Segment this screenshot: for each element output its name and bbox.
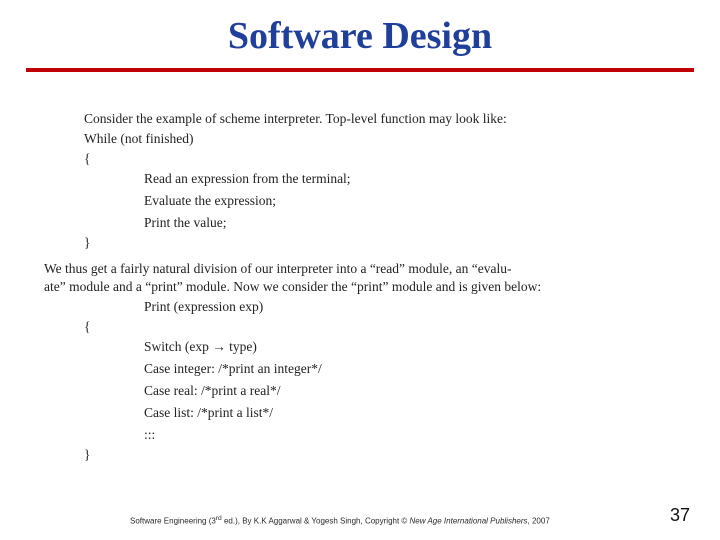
- body-line: :::: [144, 428, 155, 442]
- body-line: }: [84, 448, 90, 462]
- credit-publisher: New Age International Publishers: [410, 517, 528, 526]
- credit-year: , 2007: [528, 517, 550, 526]
- body-line: Switch (exp → type): [144, 340, 257, 354]
- body-line: }: [84, 236, 90, 250]
- body-line: We thus get a fairly natural division of…: [44, 262, 511, 276]
- credit-part-2: ed.), By K.K Aggarwal & Yogesh Singh, Co…: [222, 517, 410, 526]
- body-line: Consider the example of scheme interpret…: [84, 112, 507, 126]
- body-line: Print the value;: [144, 216, 226, 230]
- slide: Software Design Consider the example of …: [0, 0, 720, 540]
- body-line: Print (expression exp): [144, 300, 263, 314]
- body-line: Case list: /*print a list*/: [144, 406, 273, 420]
- footer: Software Engineering (3rd ed.), By K.K A…: [0, 505, 720, 526]
- body-line: Case real: /*print a real*/: [144, 384, 280, 398]
- slide-title: Software Design: [0, 0, 720, 58]
- title-rule: [26, 68, 694, 72]
- credit-line: Software Engineering (3rd ed.), By K.K A…: [130, 515, 550, 526]
- body-line: Read an expression from the terminal;: [144, 172, 351, 186]
- page-number: 37: [670, 505, 690, 526]
- credit-part-1: Software Engineering (3: [130, 517, 216, 526]
- body-line: {: [84, 152, 90, 166]
- body-line: {: [84, 320, 90, 334]
- body-line: Evaluate the expression;: [144, 194, 276, 208]
- body-line: Case integer: /*print an integer*/: [144, 362, 322, 376]
- body-line: While (not finished): [84, 132, 193, 146]
- body-line: ate” module and a “print” module. Now we…: [44, 280, 541, 294]
